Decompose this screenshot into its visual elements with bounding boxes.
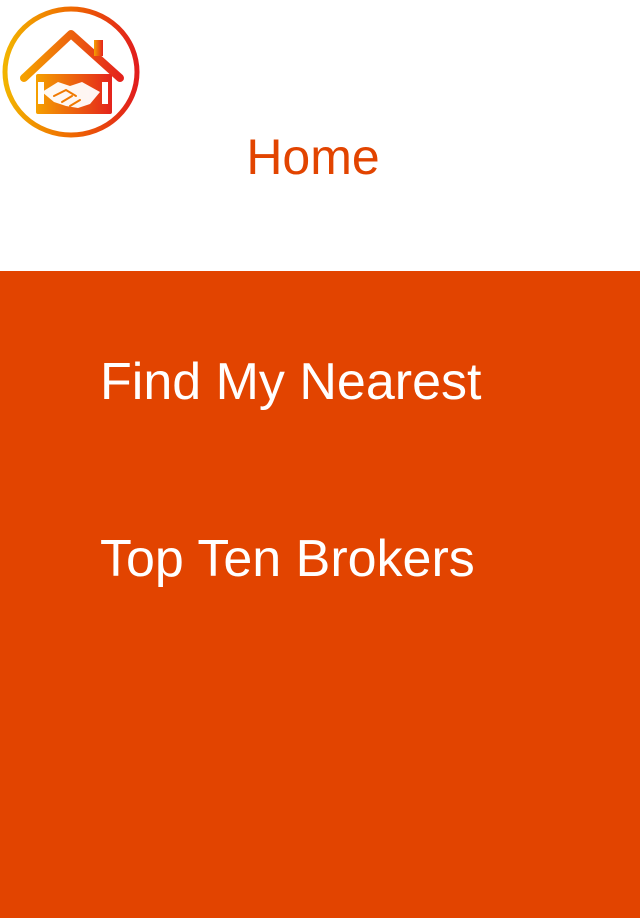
find-my-nearest-button[interactable]: Find My Nearest [100,350,481,414]
app-screen: Home Find My Nearest Top Ten Brokers [0,0,640,918]
menu-panel: Find My Nearest Top Ten Brokers [0,271,640,918]
header: Home [0,0,640,271]
top-ten-brokers-button[interactable]: Top Ten Brokers [100,527,475,591]
house-handshake-icon [2,6,140,138]
page-title: Home [246,129,380,185]
